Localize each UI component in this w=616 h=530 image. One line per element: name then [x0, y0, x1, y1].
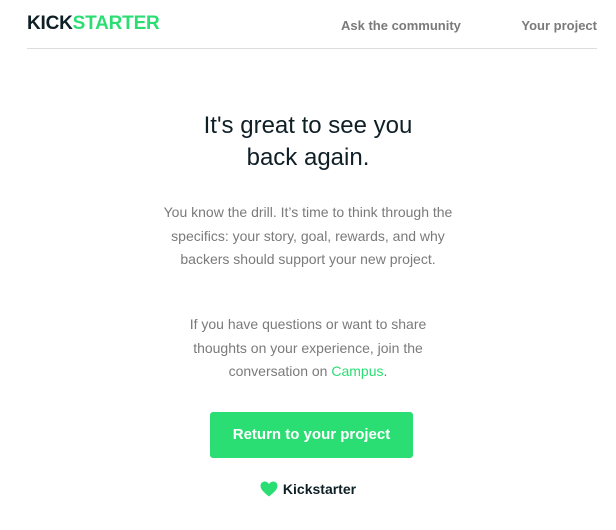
campus-link[interactable]: Campus — [331, 363, 383, 379]
logo-kick: KICK — [27, 13, 73, 34]
header: KICKSTARTER Ask the community Your proje… — [27, 0, 597, 49]
intro-paragraph: You know the drill. It’s time to think t… — [0, 201, 616, 272]
footer-brand-label: Kickstarter — [282, 481, 357, 497]
kickstarter-logo[interactable]: KICKSTARTER — [27, 13, 160, 35]
headline-line-2: back again. — [246, 144, 370, 171]
community-paragraph: If you have questions or want to share t… — [0, 313, 616, 384]
community-paragraph-suffix: . — [383, 363, 388, 379]
heart-icon — [260, 481, 278, 501]
page-title: It's great to see you back again. — [0, 110, 616, 174]
logo-starter: STARTER — [72, 13, 160, 34]
footer-brand: Kickstarter — [0, 480, 616, 501]
your-project-link[interactable]: Your project — [521, 18, 597, 34]
community-paragraph-text: If you have questions or want to share t… — [173, 313, 443, 384]
return-to-project-button[interactable]: Return to your project — [210, 412, 413, 458]
headline-line-1: It's great to see you — [203, 112, 413, 139]
community-paragraph-prefix: If you have questions or want to share t… — [189, 316, 427, 379]
ask-the-community-link[interactable]: Ask the community — [341, 18, 461, 34]
intro-paragraph-text: You know the drill. It’s time to think t… — [163, 204, 453, 267]
